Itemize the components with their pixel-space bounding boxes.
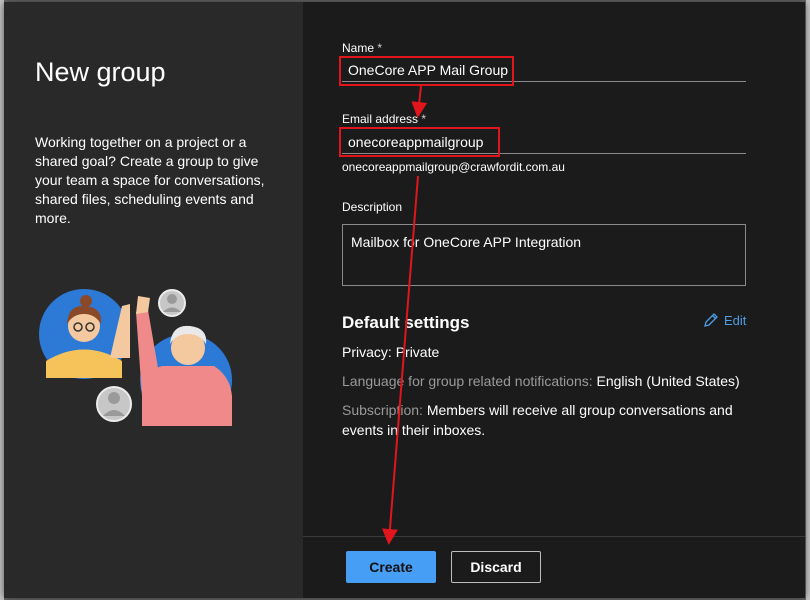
create-button[interactable]: Create — [346, 551, 436, 583]
new-group-dialog: New group Working together on a project … — [4, 2, 805, 598]
pencil-icon — [704, 313, 718, 327]
edit-settings-label: Edit — [724, 312, 747, 328]
group-people-illustration — [39, 289, 232, 426]
language-label: Language for group related notifications… — [342, 373, 593, 389]
edit-settings-link[interactable]: Edit — [703, 312, 746, 328]
privacy-label: Privacy: — [342, 344, 392, 360]
default-settings-heading: Default settings — [342, 313, 470, 332]
name-required-marker: * — [377, 41, 383, 55]
subscription-setting: Subscription: Members will receive all g… — [342, 400, 752, 440]
email-required-marker: * — [421, 112, 427, 126]
name-input[interactable] — [342, 58, 746, 82]
intro-panel: New group Working together on a project … — [4, 2, 303, 598]
language-setting: Language for group related notifications… — [342, 371, 752, 391]
privacy-value: Private — [395, 344, 440, 360]
background-window-edge-right — [806, 0, 810, 600]
name-label: Name * — [342, 41, 382, 55]
description-textarea[interactable]: Mailbox for OneCore APP Integration — [342, 224, 746, 286]
privacy-setting: Privacy: Private — [342, 342, 752, 362]
description-label: Description — [342, 200, 403, 214]
email-label: Email address * — [342, 112, 426, 126]
discard-button[interactable]: Discard — [451, 551, 541, 583]
email-address-preview: onecoreappmailgroup@crawfordit.com.au — [342, 160, 565, 174]
dialog-footer: Create Discard — [303, 536, 805, 599]
form-panel: Name * Email address * onecoreappmailgro… — [303, 2, 805, 598]
subscription-label: Subscription: — [342, 402, 423, 418]
email-label-text: Email address — [342, 112, 419, 126]
email-input[interactable] — [342, 130, 746, 154]
dialog-title: New group — [35, 57, 166, 87]
language-value: English (United States) — [596, 373, 740, 389]
name-label-text: Name — [342, 41, 375, 55]
intro-description: Working together on a project or a share… — [35, 134, 265, 226]
